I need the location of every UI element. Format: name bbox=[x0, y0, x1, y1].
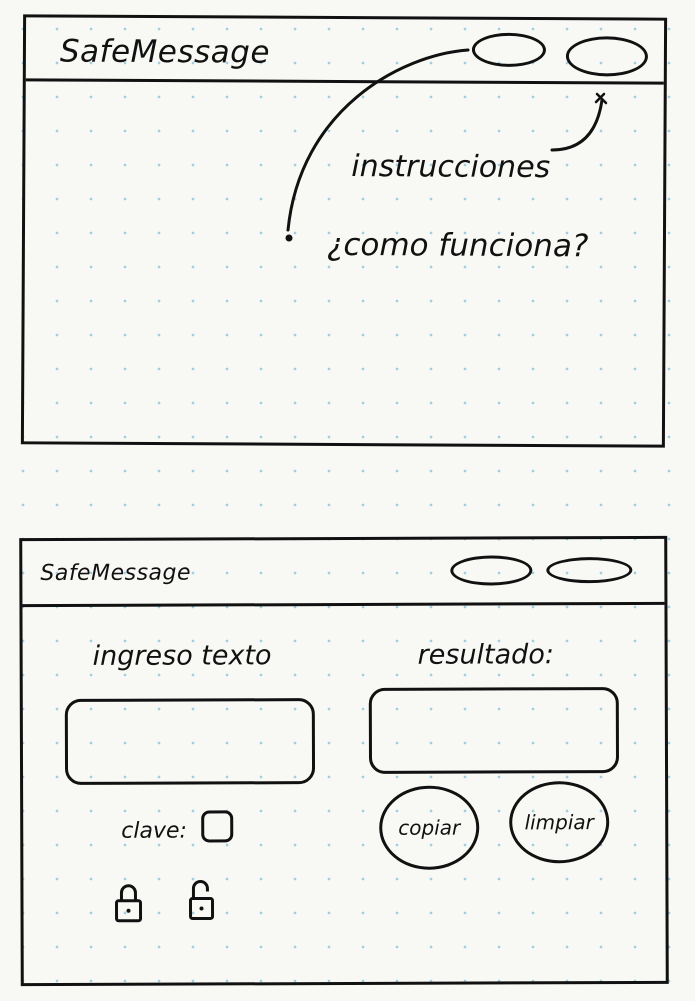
annotation-arrows bbox=[285, 48, 608, 242]
